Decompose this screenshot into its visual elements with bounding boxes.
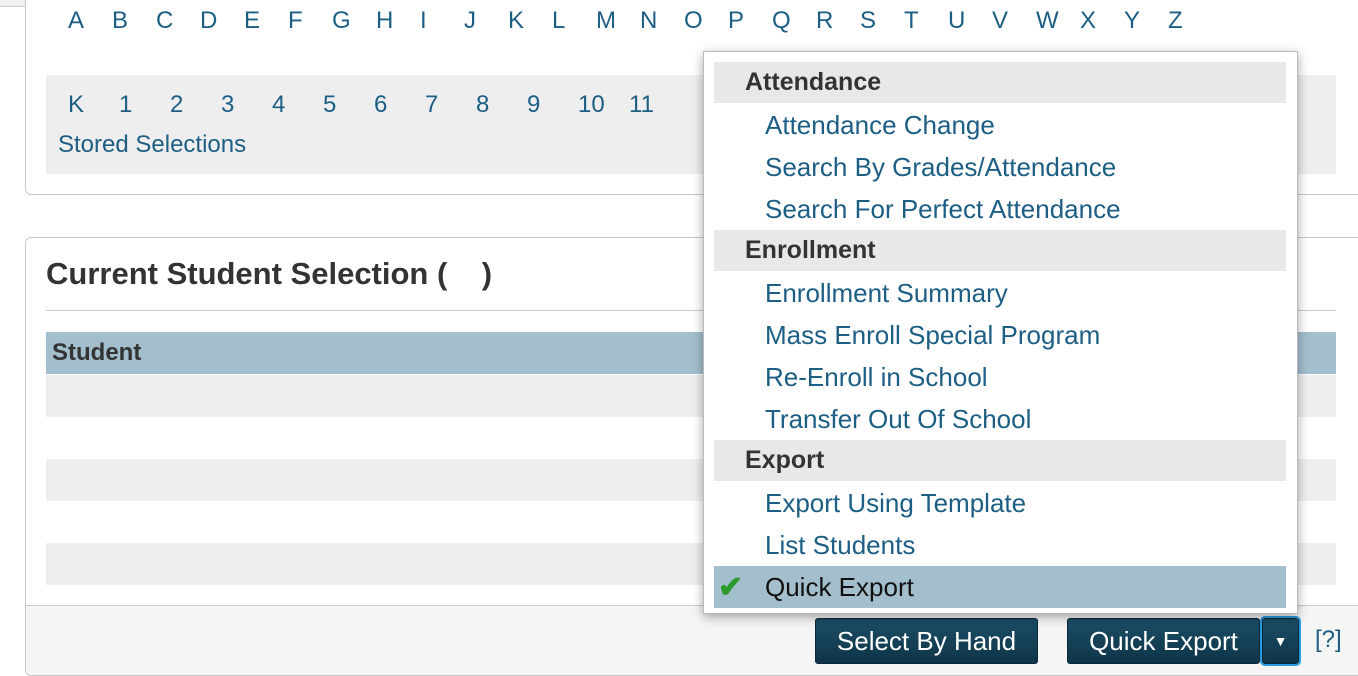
letter-link-i[interactable]: I <box>420 7 464 35</box>
select-by-hand-button[interactable]: Select By Hand <box>815 618 1038 664</box>
grade-link-4[interactable]: 4 <box>272 91 323 119</box>
letter-link-l[interactable]: L <box>552 7 596 35</box>
checkmark-icon: ✔ <box>718 571 744 604</box>
menu-item-label: Transfer Out Of School <box>765 404 1032 434</box>
grade-nav: K 1 2 3 4 5 6 7 8 9 10 11 <box>68 91 680 119</box>
grade-link-9[interactable]: 9 <box>527 91 578 119</box>
letter-link-v[interactable]: V <box>992 7 1036 35</box>
letter-link-c[interactable]: C <box>156 7 200 35</box>
menu-item[interactable]: Search For Perfect Attendance <box>714 188 1286 230</box>
menu-item-label: Export Using Template <box>765 488 1027 518</box>
menu-item-label: List Students <box>765 530 916 560</box>
grade-link-11[interactable]: 11 <box>629 91 680 119</box>
menu-item-label: Mass Enroll Special Program <box>765 320 1101 350</box>
letter-link-g[interactable]: G <box>332 7 376 35</box>
grade-link-5[interactable]: 5 <box>323 91 374 119</box>
menu-group-header: Enrollment <box>714 230 1286 271</box>
grade-link-1[interactable]: 1 <box>119 91 170 119</box>
letter-link-e[interactable]: E <box>244 7 288 35</box>
menu-item-label: Quick Export <box>765 572 914 602</box>
letter-link-m[interactable]: M <box>596 7 640 35</box>
letter-link-z[interactable]: Z <box>1168 7 1212 35</box>
letter-link-s[interactable]: S <box>860 7 904 35</box>
letter-link-q[interactable]: Q <box>772 7 816 35</box>
alphabet-nav: ABCDEFGHIJKLMNOPQRSTUVWXYZ <box>68 7 1212 35</box>
menu-group-header: Export <box>714 440 1286 481</box>
letter-link-r[interactable]: R <box>816 7 860 35</box>
menu-item[interactable]: List Students <box>714 524 1286 566</box>
menu-item[interactable]: Attendance Change <box>714 104 1286 146</box>
letter-link-h[interactable]: H <box>376 7 420 35</box>
menu-item[interactable]: Search By Grades/Attendance <box>714 146 1286 188</box>
menu-item-label: Attendance Change <box>765 110 995 140</box>
grade-link-10[interactable]: 10 <box>578 91 629 119</box>
help-link[interactable]: [?] <box>1315 626 1342 654</box>
grade-link-k[interactable]: K <box>68 91 119 119</box>
menu-item[interactable]: Transfer Out Of School <box>714 398 1286 440</box>
export-dropdown-toggle[interactable]: ▼ <box>1260 616 1301 666</box>
panel-title: Current Student Selection ( ) <box>46 256 493 291</box>
menu-item-label: Enrollment Summary <box>765 278 1008 308</box>
grade-link-7[interactable]: 7 <box>425 91 476 119</box>
letter-link-j[interactable]: J <box>464 7 508 35</box>
menu-item[interactable]: Mass Enroll Special Program <box>714 314 1286 356</box>
export-dropdown-menu: Attendance Attendance Change Search By Gra… <box>703 51 1298 614</box>
letter-link-b[interactable]: B <box>112 7 156 35</box>
grade-link-3[interactable]: 3 <box>221 91 272 119</box>
menu-item[interactable]: Re-Enroll in School <box>714 356 1286 398</box>
letter-link-p[interactable]: P <box>728 7 772 35</box>
letter-link-w[interactable]: W <box>1036 7 1080 35</box>
menu-group-header: Attendance <box>714 62 1286 103</box>
menu-item-label: Re-Enroll in School <box>765 362 988 392</box>
letter-link-f[interactable]: F <box>288 7 332 35</box>
menu-item-label: Search For Perfect Attendance <box>765 194 1121 224</box>
menu-item[interactable]: ✔ Quick Export <box>714 566 1286 608</box>
panel-footer: Select By Hand Quick Export ▼ [?] <box>26 605 1358 675</box>
letter-link-a[interactable]: A <box>68 7 112 35</box>
letter-link-o[interactable]: O <box>684 7 728 35</box>
quick-export-button[interactable]: Quick Export <box>1067 618 1260 664</box>
menu-item[interactable]: Export Using Template <box>714 482 1286 524</box>
grade-link-2[interactable]: 2 <box>170 91 221 119</box>
caret-down-icon: ▼ <box>1273 633 1288 649</box>
menu-item[interactable]: Enrollment Summary <box>714 272 1286 314</box>
grade-link-8[interactable]: 8 <box>476 91 527 119</box>
letter-link-u[interactable]: U <box>948 7 992 35</box>
menu-item-label: Search By Grades/Attendance <box>765 152 1117 182</box>
letter-link-d[interactable]: D <box>200 7 244 35</box>
letter-link-t[interactable]: T <box>904 7 948 35</box>
letter-link-y[interactable]: Y <box>1124 7 1168 35</box>
letter-link-x[interactable]: X <box>1080 7 1124 35</box>
letter-link-k[interactable]: K <box>508 7 552 35</box>
grade-link-6[interactable]: 6 <box>374 91 425 119</box>
letter-link-n[interactable]: N <box>640 7 684 35</box>
stored-selections-link[interactable]: Stored Selections <box>58 131 246 159</box>
